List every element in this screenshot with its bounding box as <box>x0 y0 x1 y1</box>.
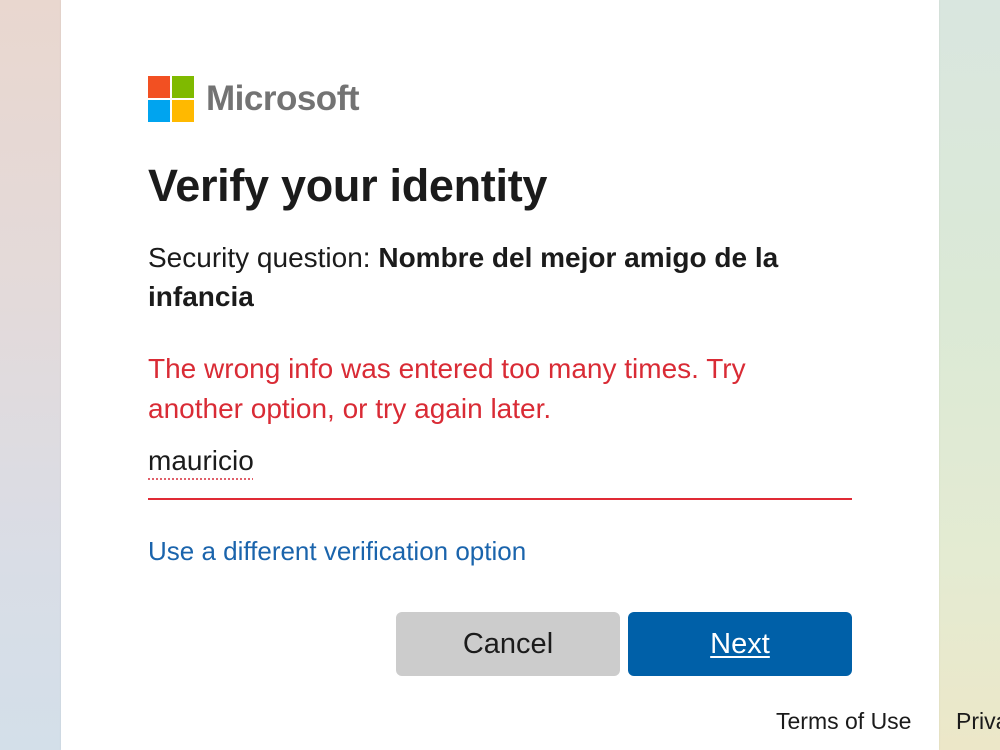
answer-input[interactable]: mauricio <box>148 442 852 500</box>
background-right <box>938 0 1000 750</box>
different-verification-option-link[interactable]: Use a different verification option <box>148 536 526 567</box>
error-message: The wrong info was entered too many time… <box>148 353 746 424</box>
answer-value[interactable]: mauricio <box>148 445 254 477</box>
logo-square-red <box>148 76 170 98</box>
next-button[interactable]: Next <box>628 612 852 676</box>
microsoft-wordmark: Microsoft <box>206 79 360 118</box>
privacy-link[interactable]: Priva <box>956 708 1000 735</box>
terms-of-use-link[interactable]: Terms of Use <box>776 708 911 735</box>
security-question-label: Security question: <box>148 242 379 273</box>
logo-square-yellow <box>172 100 194 122</box>
background-left <box>0 0 62 750</box>
microsoft-logo: Microsoft <box>148 76 360 122</box>
logo-square-blue <box>148 100 170 122</box>
logo-square-green <box>172 76 194 98</box>
microsoft-logo-icon <box>148 76 194 122</box>
security-question: Security question: Nombre del mejor amig… <box>148 238 848 316</box>
cancel-button[interactable]: Cancel <box>396 612 620 676</box>
page-title: Verify your identity <box>148 160 548 211</box>
